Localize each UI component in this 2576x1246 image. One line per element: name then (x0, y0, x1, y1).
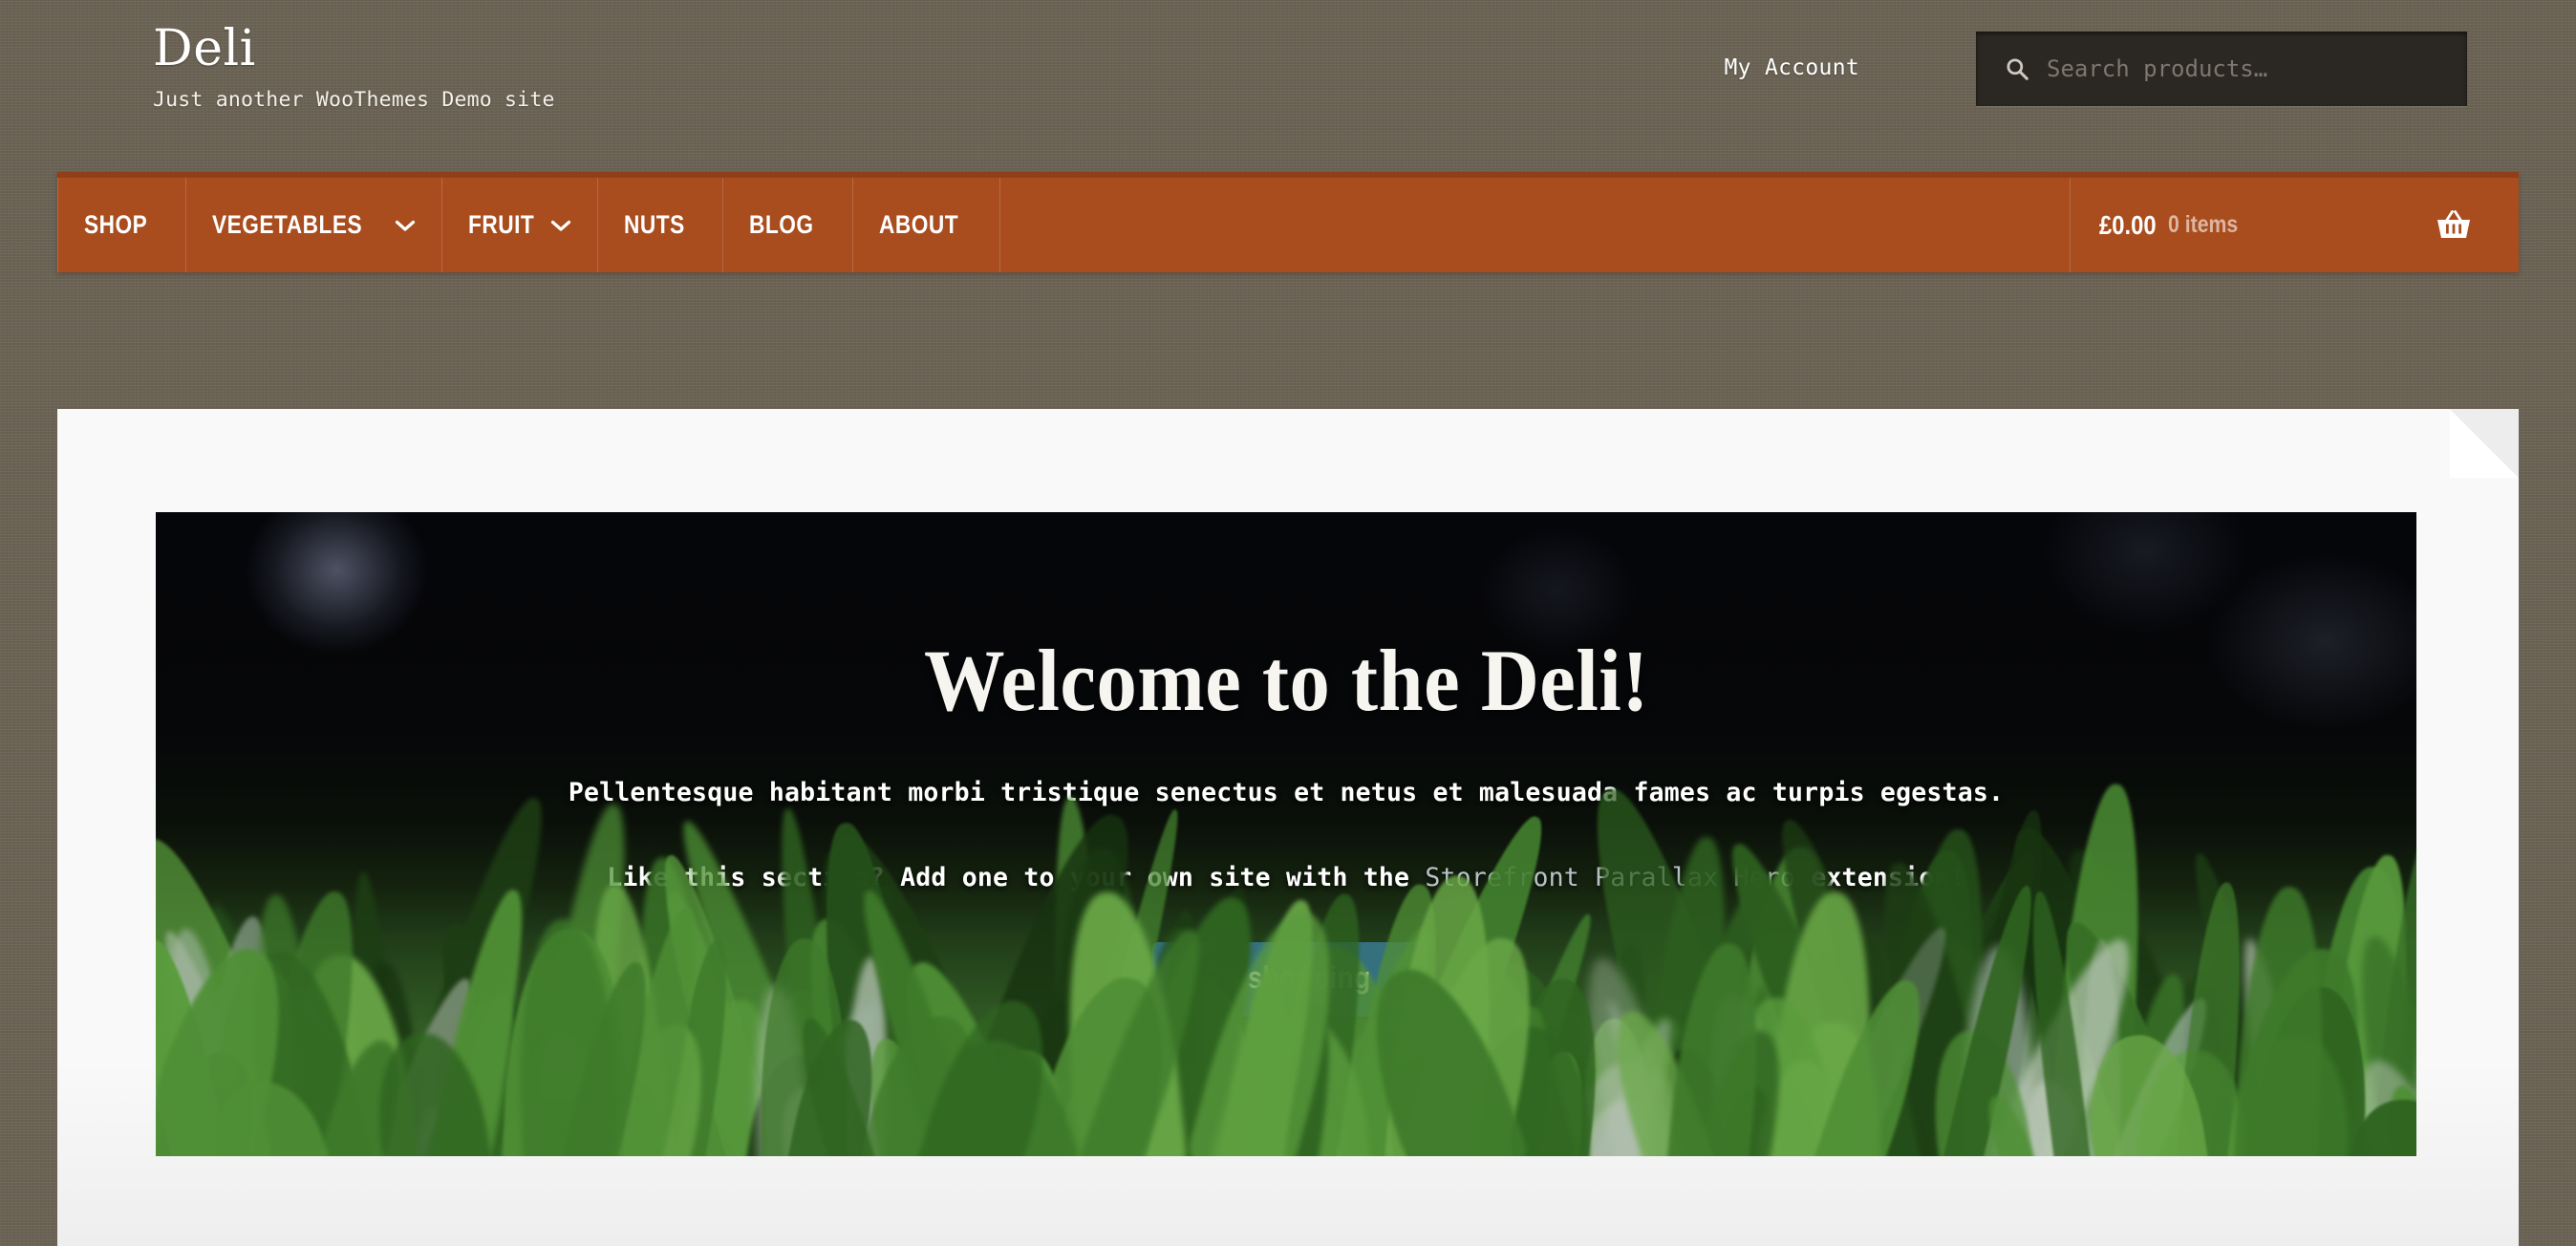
nav-item-blog[interactable]: BLOG (723, 178, 853, 272)
primary-navigation-bar: SHOP VEGETABLES FRUIT NUTS BLOG ABOUT £0… (57, 172, 2519, 272)
my-account-link[interactable]: My Account (1725, 55, 1859, 80)
cart-item-count: 0 items (2168, 211, 2239, 238)
cart-total-amount: £0.00 (2099, 209, 2157, 240)
nav-item-label: SHOP (84, 210, 148, 239)
primary-menu: SHOP VEGETABLES FRUIT NUTS BLOG ABOUT (57, 178, 1000, 272)
chevron-down-icon[interactable] (550, 219, 571, 232)
nav-item-shop[interactable]: SHOP (57, 178, 186, 272)
nav-item-fruit[interactable]: FRUIT (442, 178, 599, 272)
site-title[interactable]: Deli (153, 23, 555, 75)
nav-item-label: NUTS (624, 210, 686, 239)
cart-summary[interactable]: £0.00 0 items (2070, 178, 2519, 272)
parallax-hero-section: Welcome to the Deli! Pellentesque habita… (156, 512, 2416, 1156)
shopping-basket-icon[interactable] (2435, 208, 2473, 243)
nav-item-label: ABOUT (878, 210, 958, 239)
hero-subtitle: Pellentesque habitant morbi tristique se… (568, 778, 2005, 807)
nav-item-nuts[interactable]: NUTS (598, 178, 724, 272)
chevron-down-icon[interactable] (395, 219, 416, 232)
nav-item-label: VEGETABLES (211, 210, 363, 239)
header-right-group: My Account (1725, 0, 2519, 172)
site-header: Deli Just another WooThemes Demo site My… (57, 0, 2519, 172)
content-area: Welcome to the Deli! Pellentesque habita… (57, 409, 2519, 1246)
nav-item-label: FRUIT (467, 210, 535, 239)
search-input[interactable] (1976, 32, 2467, 106)
hero-title: Welcome to the Deli! (923, 632, 1649, 729)
site-branding[interactable]: Deli Just another WooThemes Demo site (153, 23, 555, 112)
nav-item-about[interactable]: ABOUT (853, 178, 1000, 272)
nav-item-vegetables[interactable]: VEGETABLES (186, 178, 442, 272)
nav-item-label: BLOG (749, 210, 814, 239)
product-search-form[interactable] (1976, 32, 2467, 106)
page-corner-fold-decoration (2450, 409, 2519, 478)
site-tagline: Just another WooThemes Demo site (153, 87, 555, 112)
